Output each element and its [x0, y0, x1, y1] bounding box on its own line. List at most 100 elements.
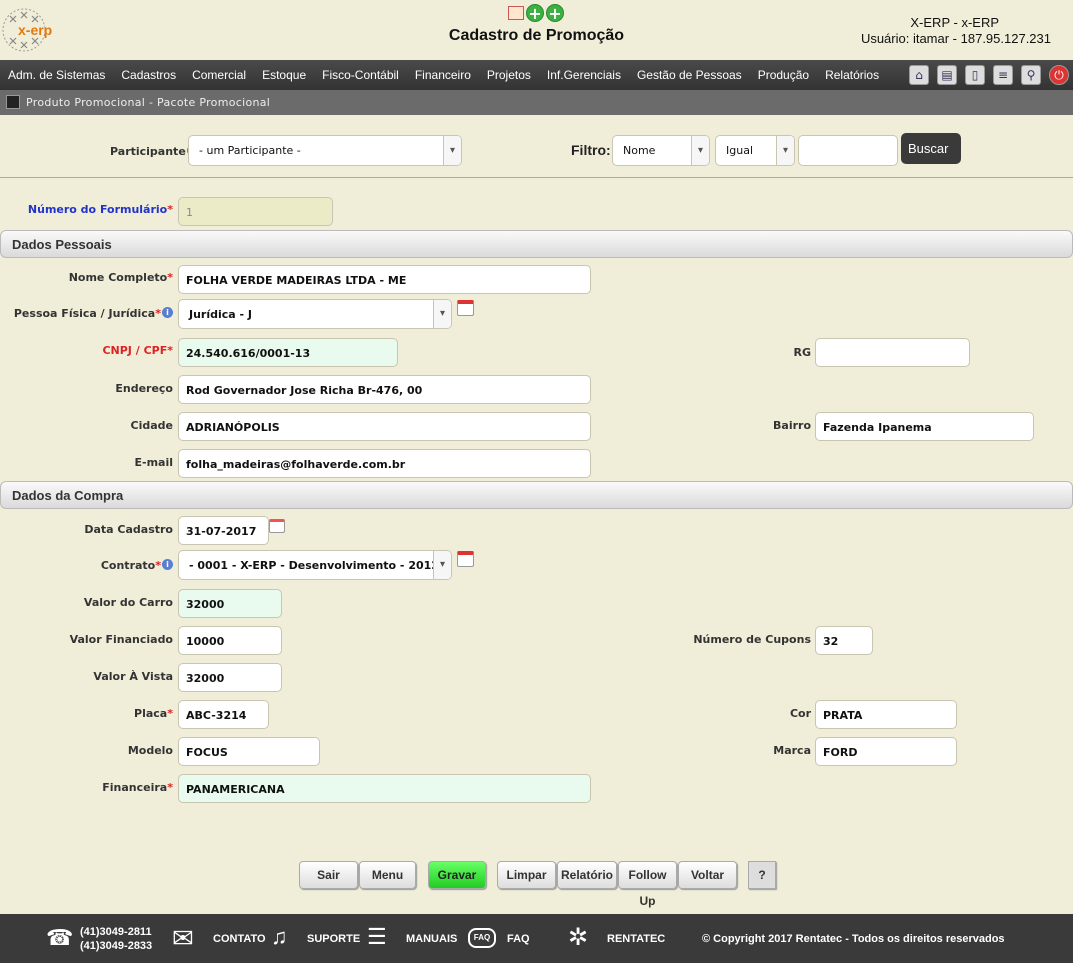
menu-adm-sistemas[interactable]: Adm. de Sistemas: [0, 68, 113, 82]
copyright: © Copyright 2017 Rentatec - Todos os dir…: [702, 933, 1005, 945]
rentatec-logo-icon: ✲: [568, 924, 589, 951]
print-icon[interactable]: ▤: [937, 65, 957, 85]
user-info: Usuário: itamar - 187.95.127.231: [860, 31, 1051, 46]
participante-select[interactable]: - um Participante - ▾: [188, 135, 462, 166]
menu-cadastros[interactable]: Cadastros: [113, 68, 184, 82]
notes-icon[interactable]: ≡: [993, 65, 1013, 85]
calendar-icon[interactable]: [457, 300, 474, 316]
gravar-button[interactable]: Gravar: [428, 861, 486, 889]
chevron-down-icon: ▾: [691, 136, 709, 165]
menu-inf-gerenciais[interactable]: Inf.Gerenciais: [539, 68, 629, 82]
menu-gestao-pessoas[interactable]: Gestão de Pessoas: [629, 68, 750, 82]
power-icon[interactable]: ⏻: [1049, 65, 1069, 85]
financeira-label: Financeira*: [102, 781, 173, 794]
calendar-icon[interactable]: [457, 551, 474, 567]
app-name: X-ERP - x-ERP: [910, 15, 999, 30]
books-icon: ☰: [367, 924, 387, 949]
placa-field[interactable]: ABC-3214: [178, 700, 269, 729]
cor-field[interactable]: PRATA: [815, 700, 957, 729]
follow-up-button[interactable]: Follow Up: [618, 861, 677, 908]
chevron-down-icon: ▾: [776, 136, 794, 165]
voltar-button[interactable]: Voltar: [678, 861, 737, 889]
menu-projetos[interactable]: Projetos: [479, 68, 539, 82]
add-new-icon[interactable]: +: [546, 4, 564, 23]
rg-field[interactable]: [815, 338, 970, 367]
endereco-field[interactable]: Rod Governador Jose Richa Br-476, 00: [178, 375, 591, 404]
divider: [0, 177, 1073, 178]
date-picker-icon[interactable]: [269, 519, 285, 533]
suporte-link[interactable]: SUPORTE: [307, 933, 360, 945]
modelo-label: Modelo: [127, 744, 173, 757]
nome-completo-field[interactable]: FOLHA VERDE MADEIRAS LTDA - ME: [178, 265, 591, 294]
menu-relatorios[interactable]: Relatórios: [817, 68, 887, 82]
valor-financiado-label: Valor Financiado: [69, 633, 173, 646]
header: x-erp + + Cadastro de Promoção X-ERP - x…: [0, 0, 1073, 60]
bairro-label: Bairro: [773, 419, 811, 432]
faq-icon: FAQ: [468, 928, 496, 948]
section-dados-compra: Dados da Compra: [0, 481, 1073, 509]
search-doc-icon[interactable]: ⚲: [1021, 65, 1041, 85]
sair-button[interactable]: Sair: [299, 861, 358, 889]
document-icon[interactable]: ▯: [965, 65, 985, 85]
pessoa-tipo-label: Pessoa Física / Jurídica* i: [14, 307, 173, 320]
filter-operator-select[interactable]: Igual ▾: [715, 135, 795, 166]
contrato-select[interactable]: - 0001 - X-ERP - Desenvolvimento - 2012-…: [178, 550, 452, 580]
endereco-label: Endereço: [115, 382, 173, 395]
menu-producao[interactable]: Produção: [750, 68, 817, 82]
menu-fisco-contabil[interactable]: Fisco-Contábil: [314, 68, 407, 82]
chevron-down-icon: ▾: [443, 136, 461, 165]
bairro-field[interactable]: Fazenda Ipanema: [815, 412, 1034, 441]
filter-search-input[interactable]: [798, 135, 898, 166]
module-icon: [6, 95, 20, 109]
menu-estoque[interactable]: Estoque: [254, 68, 314, 82]
info-icon[interactable]: i: [162, 559, 173, 570]
valor-vista-label: Valor À Vista: [93, 670, 173, 683]
cnpj-cpf-label: CNPJ / CPF*: [102, 344, 173, 357]
marca-field[interactable]: FORD: [815, 737, 957, 766]
rg-label: RG: [793, 346, 812, 359]
pessoa-tipo-select[interactable]: Jurídica - J ▾: [178, 299, 452, 329]
main-menu-bar: Adm. de Sistemas Cadastros Comercial Est…: [0, 60, 1073, 90]
chevron-down-icon: ▾: [433, 300, 451, 328]
valor-carro-label: Valor do Carro: [83, 596, 173, 609]
mail-icon: ✉: [172, 923, 194, 953]
menu-button[interactable]: Menu: [359, 861, 416, 889]
cor-label: Cor: [789, 707, 811, 720]
data-cadastro-field[interactable]: 31-07-2017: [178, 516, 269, 545]
manuais-link[interactable]: MANUAIS: [406, 933, 457, 945]
valor-carro-field[interactable]: 32000: [178, 589, 282, 618]
breadcrumb-bar: Produto Promocional - Pacote Promocional: [0, 90, 1073, 115]
numero-cupons-label: Número de Cupons: [693, 633, 811, 646]
financeira-field[interactable]: PANAMERICANA: [178, 774, 591, 803]
participante-label: Participantei: [110, 145, 198, 158]
home-icon[interactable]: ⌂: [909, 65, 929, 85]
email-field[interactable]: folha_madeiras@folhaverde.com.br: [178, 449, 591, 478]
modelo-field[interactable]: FOCUS: [178, 737, 320, 766]
add-icon[interactable]: +: [526, 4, 544, 23]
chevron-down-icon: ▾: [433, 551, 451, 579]
valor-financiado-field[interactable]: 10000: [178, 626, 282, 655]
rentatec-link[interactable]: RENTATEC: [607, 933, 665, 945]
phone-1: (41)3049-2811: [80, 926, 152, 938]
contato-link[interactable]: CONTATO: [213, 933, 266, 945]
breadcrumb: Produto Promocional - Pacote Promocional: [26, 96, 271, 109]
cidade-field[interactable]: ADRIANÓPOLIS: [178, 412, 591, 441]
menu-comercial[interactable]: Comercial: [184, 68, 254, 82]
contrato-label: Contrato* i: [101, 559, 173, 572]
report-icon[interactable]: [508, 6, 524, 20]
relatorio-button[interactable]: Relatório: [557, 861, 617, 889]
limpar-button[interactable]: Limpar: [497, 861, 556, 889]
menu-financeiro[interactable]: Financeiro: [407, 68, 479, 82]
valor-vista-field[interactable]: 32000: [178, 663, 282, 692]
faq-link[interactable]: FAQ: [507, 933, 530, 945]
cnpj-cpf-field[interactable]: 24.540.616/0001-13: [178, 338, 398, 367]
buscar-button[interactable]: Buscar: [901, 133, 961, 164]
filter-field-select[interactable]: Nome ▾: [612, 135, 710, 166]
numero-cupons-field[interactable]: 32: [815, 626, 873, 655]
section-dados-pessoais: Dados Pessoais: [0, 230, 1073, 258]
info-icon[interactable]: i: [162, 307, 173, 318]
cidade-label: Cidade: [130, 419, 173, 432]
help-button[interactable]: ?: [748, 861, 776, 889]
footer: ☎ (41)3049-2811 (41)3049-2833 ✉ CONTATO …: [0, 914, 1073, 963]
marca-label: Marca: [773, 744, 811, 757]
